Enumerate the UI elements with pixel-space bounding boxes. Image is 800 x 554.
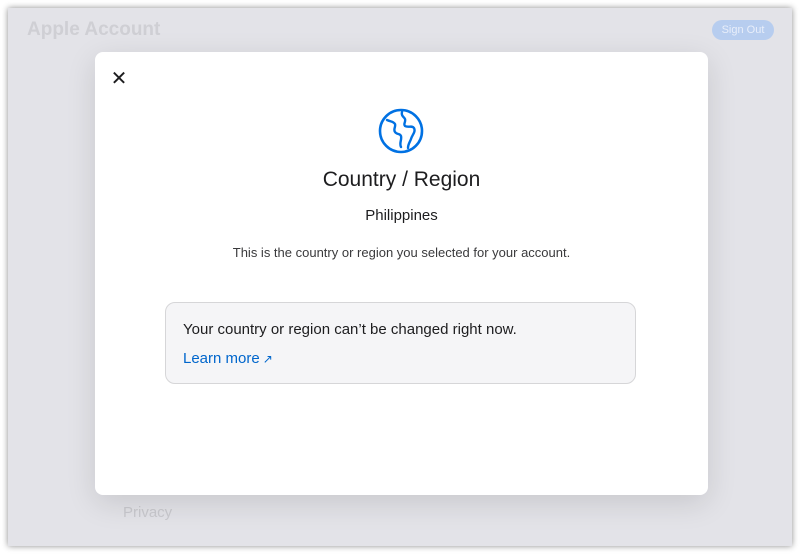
sign-out-button[interactable]: Sign Out [712, 20, 774, 40]
learn-more-link[interactable]: Learn more ↗ [183, 350, 273, 367]
notice-box: Your country or region can’t be changed … [165, 302, 636, 384]
globe-icon [378, 108, 424, 154]
learn-more-label: Learn more [183, 350, 260, 367]
selected-country: Philippines [365, 207, 438, 224]
country-region-dialog: ✕ Country / Region Philippines This is t… [95, 52, 708, 495]
dialog-description: This is the country or region you select… [232, 245, 571, 260]
app-title: Apple Account [27, 19, 161, 40]
privacy-link[interactable]: Privacy [123, 504, 172, 521]
app-window: Apple Account Sign Out Privacy ✕ Country… [8, 8, 792, 546]
notice-text: Your country or region can’t be changed … [183, 321, 517, 338]
external-arrow-icon: ↗ [262, 352, 273, 366]
dialog-title: Country / Region [322, 168, 481, 191]
close-icon[interactable]: ✕ [109, 69, 129, 89]
